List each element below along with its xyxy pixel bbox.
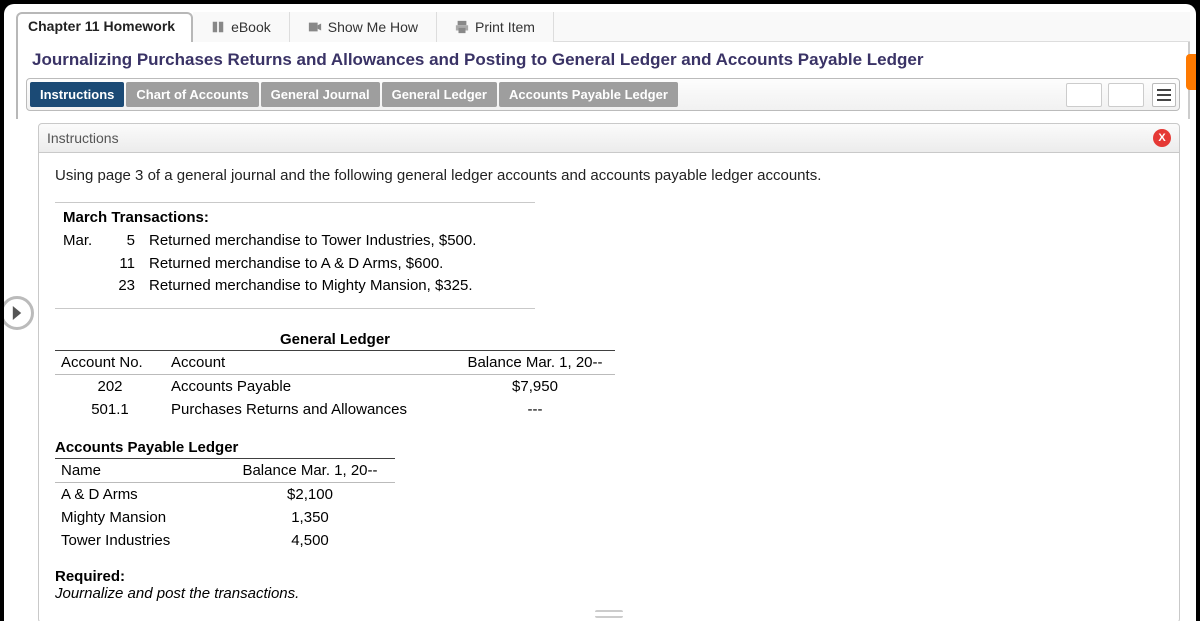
required-note: Journalize and post the transactions. bbox=[55, 585, 1163, 602]
required-label: Required: bbox=[55, 568, 1163, 585]
march-title: March Transactions: bbox=[63, 209, 527, 226]
top-toolbar: Chapter 11 Homework eBook Show Me How Pr… bbox=[16, 12, 1190, 42]
print-icon bbox=[455, 20, 469, 34]
gl-header-account: Account bbox=[165, 351, 455, 374]
transaction-row: 11 Returned merchandise to A & D Arms, $… bbox=[63, 253, 527, 276]
gl-accountno: 202 bbox=[55, 375, 165, 398]
ap-ledger-block: Accounts Payable Ledger Name Balance Mar… bbox=[55, 439, 395, 552]
transaction-desc: Returned merchandise to Tower Industries… bbox=[149, 230, 527, 253]
ap-ledger-title: Accounts Payable Ledger bbox=[55, 439, 395, 459]
instructions-content: Using page 3 of a general journal and th… bbox=[38, 153, 1180, 621]
close-panel-button[interactable]: X bbox=[1153, 129, 1171, 147]
transaction-day: 23 bbox=[111, 275, 135, 298]
general-ledger-block: General Ledger Account No. Account Balan… bbox=[55, 331, 615, 421]
ap-row: Mighty Mansion 1,350 bbox=[55, 506, 395, 529]
print-item-button[interactable]: Print Item bbox=[437, 12, 554, 42]
gl-accountno: 501.1 bbox=[55, 398, 165, 421]
gl-balance: --- bbox=[455, 398, 615, 421]
transaction-desc: Returned merchandise to Mighty Mansion, … bbox=[149, 275, 527, 298]
gl-row: 501.1 Purchases Returns and Allowances -… bbox=[55, 398, 615, 421]
gl-header-row: Account No. Account Balance Mar. 1, 20-- bbox=[55, 351, 615, 375]
ap-name: A & D Arms bbox=[55, 483, 225, 506]
gl-header-balance: Balance Mar. 1, 20-- bbox=[455, 351, 615, 374]
ap-header-name: Name bbox=[55, 459, 225, 482]
transaction-row: 23 Returned merchandise to Mighty Mansio… bbox=[63, 275, 527, 298]
ebook-button[interactable]: eBook bbox=[193, 12, 290, 42]
show-me-how-button[interactable]: Show Me How bbox=[290, 12, 437, 42]
gl-header-accountno: Account No. bbox=[55, 351, 165, 374]
score-slot-1 bbox=[1066, 83, 1102, 107]
score-slot-2 bbox=[1108, 83, 1144, 107]
gl-balance: $7,950 bbox=[455, 375, 615, 398]
tab-general-ledger[interactable]: General Ledger bbox=[382, 82, 497, 107]
transaction-desc: Returned merchandise to A & D Arms, $600… bbox=[149, 253, 527, 276]
chevron-right-icon bbox=[10, 306, 24, 320]
transaction-month: Mar. bbox=[63, 230, 97, 253]
close-icon: X bbox=[1158, 132, 1165, 144]
panel-title: Instructions bbox=[47, 130, 119, 146]
transaction-row: Mar. 5 Returned merchandise to Tower Ind… bbox=[63, 230, 527, 253]
tab-chart-of-accounts[interactable]: Chart of Accounts bbox=[126, 82, 258, 107]
gl-accountname: Purchases Returns and Allowances bbox=[165, 398, 455, 421]
ap-header-balance: Balance Mar. 1, 20-- bbox=[225, 459, 395, 482]
expand-arrow-button[interactable] bbox=[4, 296, 34, 330]
march-transactions-box: March Transactions: Mar. 5 Returned merc… bbox=[55, 202, 535, 309]
assignment-title: Journalizing Purchases Returns and Allow… bbox=[16, 42, 1190, 78]
module-tabstrip: Instructions Chart of Accounts General J… bbox=[26, 78, 1180, 111]
ap-row: A & D Arms $2,100 bbox=[55, 483, 395, 506]
ebook-label: eBook bbox=[231, 19, 271, 35]
video-icon bbox=[308, 20, 322, 34]
tab-ap-ledger[interactable]: Accounts Payable Ledger bbox=[499, 82, 678, 107]
gl-row: 202 Accounts Payable $7,950 bbox=[55, 375, 615, 398]
ap-balance: $2,100 bbox=[225, 483, 395, 506]
chapter-title: Chapter 11 Homework bbox=[16, 12, 193, 42]
resize-handle[interactable] bbox=[595, 610, 623, 618]
ap-name: Mighty Mansion bbox=[55, 506, 225, 529]
ap-row: Tower Industries 4,500 bbox=[55, 529, 395, 552]
intro-text: Using page 3 of a general journal and th… bbox=[55, 167, 1163, 184]
gl-accountname: Accounts Payable bbox=[165, 375, 455, 398]
transaction-day: 5 bbox=[111, 230, 135, 253]
menu-button[interactable] bbox=[1152, 83, 1176, 107]
ap-balance: 1,350 bbox=[225, 506, 395, 529]
ap-header-row: Name Balance Mar. 1, 20-- bbox=[55, 459, 395, 483]
general-ledger-title: General Ledger bbox=[55, 331, 615, 351]
ebook-icon bbox=[211, 20, 225, 34]
ap-balance: 4,500 bbox=[225, 529, 395, 552]
tab-instructions[interactable]: Instructions bbox=[30, 82, 124, 107]
panel-header: Instructions X bbox=[38, 123, 1180, 153]
required-block: Required: Journalize and post the transa… bbox=[55, 568, 1163, 602]
transaction-day: 11 bbox=[111, 253, 135, 276]
ap-name: Tower Industries bbox=[55, 529, 225, 552]
tab-general-journal[interactable]: General Journal bbox=[261, 82, 380, 107]
show-me-how-label: Show Me How bbox=[328, 19, 418, 35]
side-tab[interactable] bbox=[1186, 54, 1196, 90]
print-item-label: Print Item bbox=[475, 19, 535, 35]
